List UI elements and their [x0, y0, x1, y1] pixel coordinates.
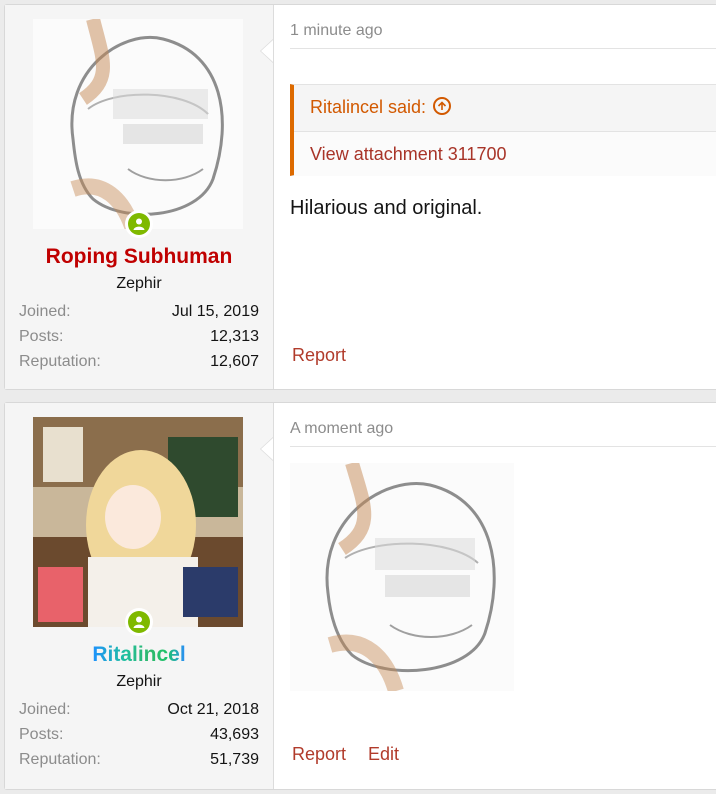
- post-actions: Report Edit: [292, 744, 421, 765]
- avatar[interactable]: [33, 417, 243, 627]
- user-title: Zephir: [116, 275, 162, 292]
- user-stats: Joined: Jul 15, 2019 Posts: 12,313 Reputat…: [19, 303, 259, 378]
- stat-posts: Posts: 43,693: [19, 726, 259, 751]
- quote-block: Ritalincel said: View attachment 311700: [290, 84, 716, 176]
- post-arrow: [260, 437, 273, 461]
- user-stats: Joined: Oct 21, 2018 Posts: 43,693 Reputat…: [19, 701, 259, 776]
- username[interactable]: Roping Subhuman: [5, 245, 273, 269]
- message-cell: A moment ago Report Edit: [274, 403, 716, 789]
- post-date[interactable]: A moment ago: [290, 420, 716, 447]
- quote-author-label[interactable]: Ritalincel said:: [310, 97, 426, 117]
- attached-image[interactable]: [290, 463, 514, 691]
- stat-reputation: Reputation: 51,739: [19, 751, 259, 776]
- stat-value: Jul 15, 2019: [171, 303, 259, 320]
- online-status-icon: [125, 210, 153, 238]
- stat-value: Oct 21, 2018: [167, 701, 259, 718]
- post-date[interactable]: 1 minute ago: [290, 22, 716, 49]
- post-arrow: [260, 39, 273, 63]
- user-info-panel: Ritalincel Zephir Joined: Oct 21, 2018 Po…: [5, 403, 274, 789]
- username-text[interactable]: Ritalincel: [92, 643, 185, 666]
- stat-label: Reputation:: [19, 353, 101, 370]
- message-cell: 1 minute ago Ritalincel said: View attac…: [274, 5, 716, 389]
- arrow-up-circle-icon[interactable]: [433, 97, 452, 116]
- user-title: Zephir: [116, 673, 162, 690]
- stat-posts: Posts: 12,313: [19, 328, 259, 353]
- post: Roping Subhuman Zephir Joined: Jul 15, 20…: [4, 4, 716, 390]
- user-info-panel: Roping Subhuman Zephir Joined: Jul 15, 20…: [5, 5, 274, 389]
- stat-label: Posts:: [19, 726, 64, 743]
- stat-value: 43,693: [210, 726, 259, 743]
- edit-link[interactable]: Edit: [368, 744, 399, 764]
- report-link[interactable]: Report: [292, 744, 346, 764]
- stat-value: 51,739: [210, 751, 259, 768]
- avatar[interactable]: [33, 19, 243, 229]
- post-actions: Report: [292, 345, 368, 366]
- quote-content: View attachment 311700: [294, 132, 716, 176]
- post: Ritalincel Zephir Joined: Oct 21, 2018 Po…: [4, 402, 716, 790]
- message-text: Hilarious and original.: [290, 197, 483, 219]
- stat-label: Joined:: [19, 303, 71, 320]
- stat-joined: Joined: Jul 15, 2019: [19, 303, 259, 328]
- quote-author[interactable]: Ritalincel said:: [294, 85, 716, 132]
- stat-label: Posts:: [19, 328, 64, 345]
- online-status-icon: [125, 608, 153, 636]
- stat-reputation: Reputation: 12,607: [19, 353, 259, 378]
- stat-value: 12,607: [210, 353, 259, 370]
- stat-label: Joined:: [19, 701, 71, 718]
- attachment-link[interactable]: View attachment 311700: [310, 144, 506, 164]
- stat-value: 12,313: [210, 328, 259, 345]
- report-link[interactable]: Report: [292, 345, 346, 365]
- stat-joined: Joined: Oct 21, 2018: [19, 701, 259, 726]
- stat-label: Reputation:: [19, 751, 101, 768]
- username[interactable]: Ritalincel: [5, 643, 273, 667]
